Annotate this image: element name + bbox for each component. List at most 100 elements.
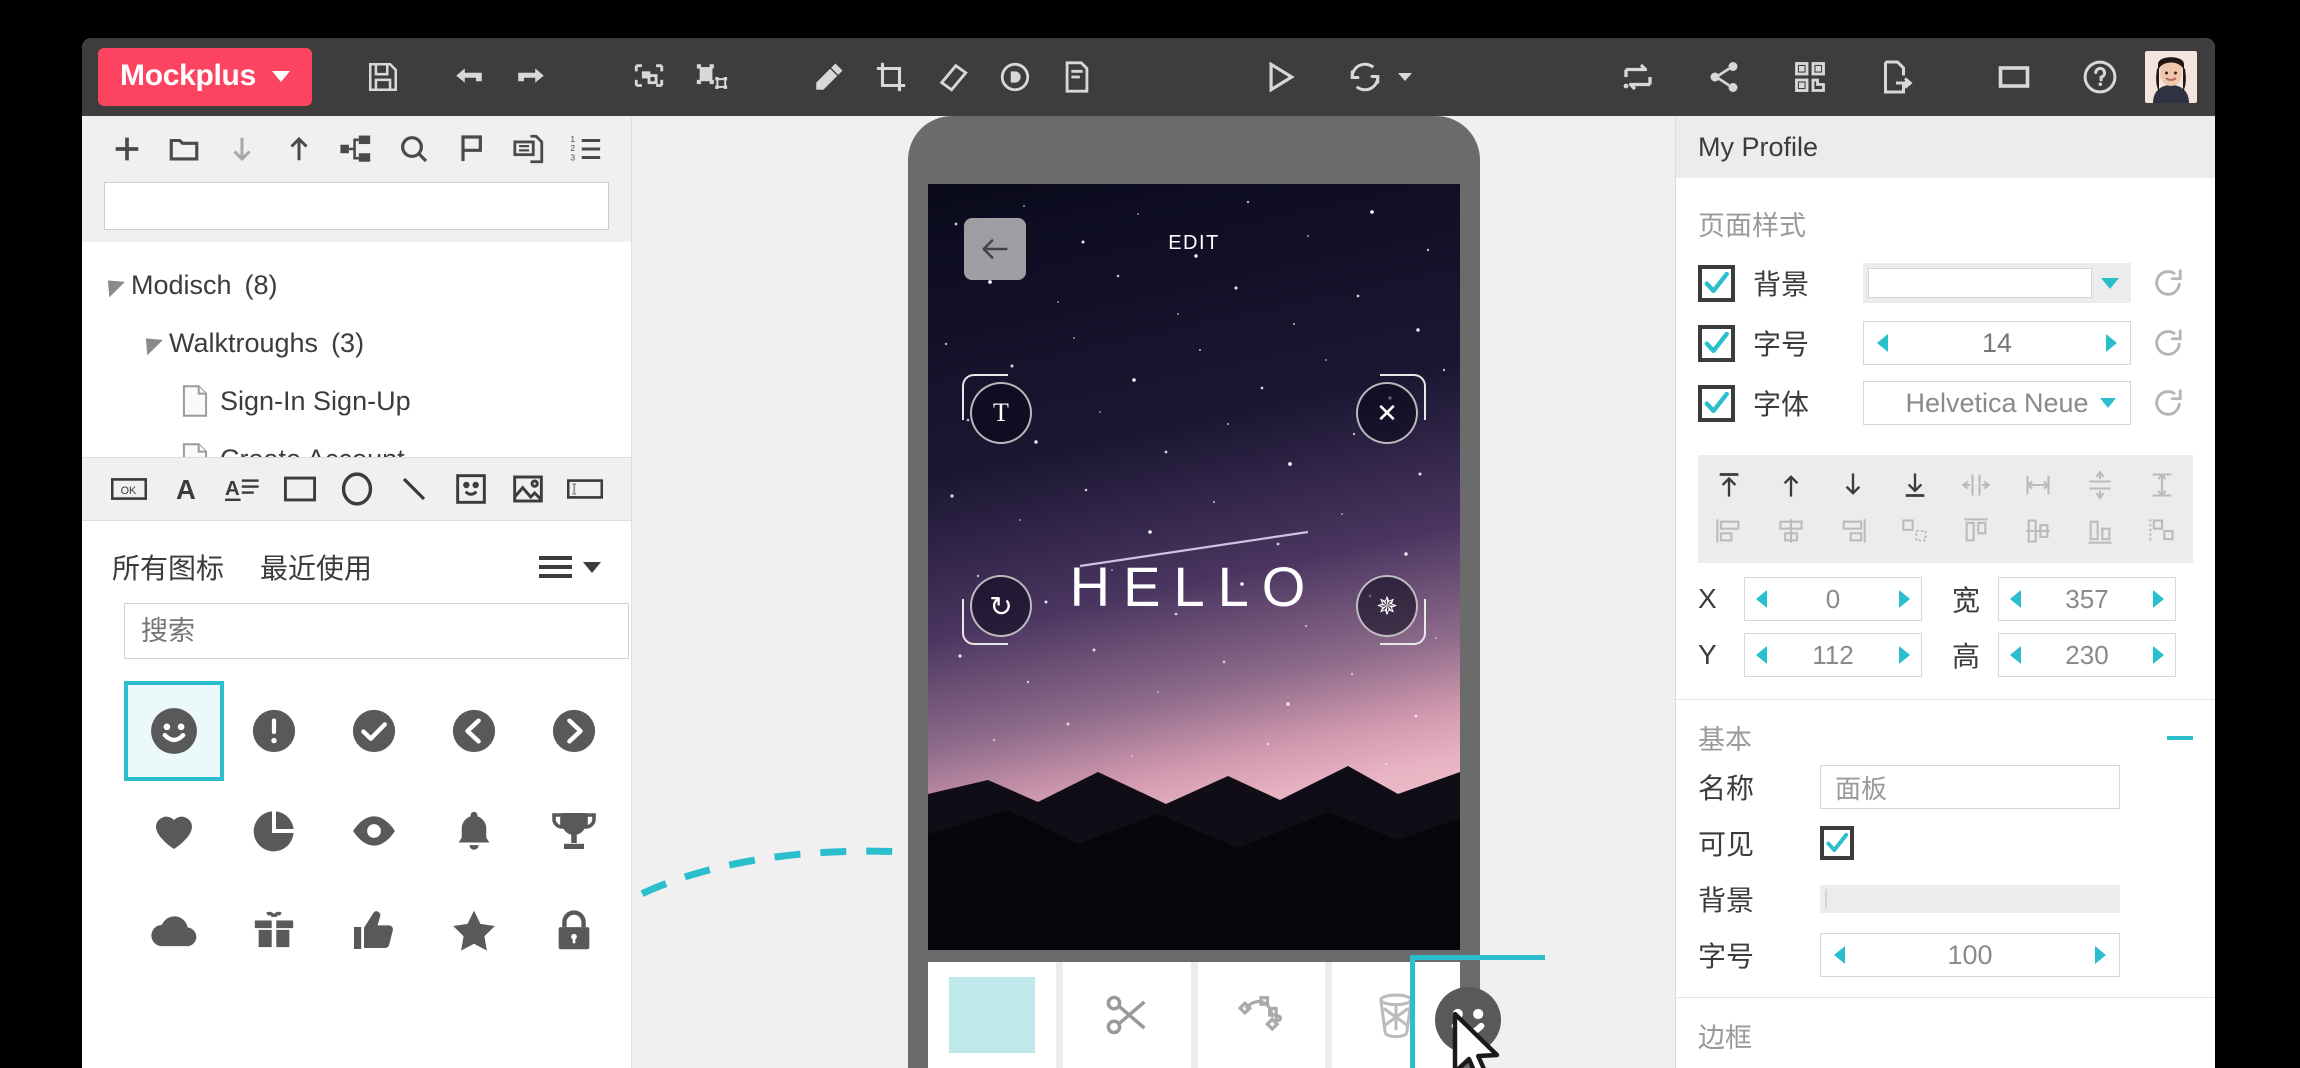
stepper-decrement-icon[interactable] bbox=[2010, 646, 2021, 664]
interaction-flow-icon[interactable] bbox=[1607, 46, 1669, 108]
group-icon[interactable] bbox=[618, 46, 680, 108]
redo-icon[interactable] bbox=[500, 46, 562, 108]
icon-cell-eye[interactable] bbox=[324, 781, 424, 881]
icon-cell-star[interactable] bbox=[424, 881, 524, 981]
stepper-decrement-icon[interactable] bbox=[1756, 646, 1767, 664]
fontsize-stepper[interactable]: 14 bbox=[1863, 321, 2131, 365]
mockplus-menu-button[interactable]: Mockplus bbox=[98, 48, 312, 106]
align-top-icon[interactable] bbox=[1953, 513, 1999, 549]
icon-cell-lock[interactable] bbox=[524, 881, 624, 981]
align-middle-icon[interactable] bbox=[2015, 513, 2061, 549]
stepper-increment-icon[interactable] bbox=[1898, 646, 1910, 664]
icon-cell-bell[interactable] bbox=[424, 781, 524, 881]
tree-item-walktroughs[interactable]: Walktroughs (3) bbox=[82, 314, 631, 372]
tree-item-modisch[interactable]: Modisch (8) bbox=[82, 256, 631, 314]
stepper-increment-icon[interactable] bbox=[1899, 590, 1910, 608]
border-section-header[interactable]: 边框 bbox=[1676, 998, 2215, 1057]
icon-cell-exclamation-circle[interactable] bbox=[224, 681, 324, 781]
share-icon[interactable] bbox=[1693, 46, 1755, 108]
align-center-horizontal-icon[interactable] bbox=[1768, 513, 1814, 549]
y-stepper[interactable]: 112 bbox=[1744, 633, 1922, 677]
bring-forward-icon[interactable] bbox=[1768, 467, 1814, 503]
icon-cell-heart[interactable] bbox=[124, 781, 224, 881]
expand-triangle-icon[interactable] bbox=[138, 330, 163, 356]
flag-icon[interactable] bbox=[443, 125, 500, 173]
text-component-icon[interactable]: A bbox=[157, 466, 214, 512]
width-stepper[interactable]: 357 bbox=[1998, 577, 2176, 621]
fontsize-checkbox[interactable] bbox=[1698, 324, 1735, 362]
stepper-decrement-icon[interactable] bbox=[2010, 590, 2021, 608]
icon-search-input[interactable] bbox=[124, 603, 629, 659]
chevron-down-icon[interactable] bbox=[1397, 73, 1412, 81]
help-question-icon[interactable] bbox=[2069, 46, 2131, 108]
visible-checkbox[interactable] bbox=[1820, 826, 1854, 860]
icon-cell-check-circle[interactable] bbox=[324, 681, 424, 781]
icon-cell-trophy[interactable] bbox=[524, 781, 624, 881]
fontfamily-select[interactable]: Helvetica Neue bbox=[1863, 381, 2131, 425]
add-page-icon[interactable] bbox=[98, 125, 155, 173]
qrcode-icon[interactable] bbox=[1779, 46, 1841, 108]
save-icon[interactable] bbox=[352, 46, 414, 108]
bring-to-front-icon[interactable] bbox=[1706, 467, 1752, 503]
image-component-icon[interactable] bbox=[499, 466, 556, 512]
dock-color-swatch-tool[interactable] bbox=[928, 962, 1056, 1068]
icon-cell-thumbs-up[interactable] bbox=[324, 881, 424, 981]
avatar[interactable] bbox=[2145, 51, 2197, 103]
basic-section-header[interactable]: 基本 bbox=[1676, 700, 2215, 759]
distribute-vertical-icon[interactable] bbox=[2139, 513, 2185, 549]
move-down-icon[interactable] bbox=[213, 125, 270, 173]
button-component-icon[interactable]: OK bbox=[100, 466, 157, 512]
equal-spacing-horizontal-icon[interactable] bbox=[1953, 467, 1999, 503]
new-folder-icon[interactable] bbox=[155, 125, 212, 173]
tree-item-create-account[interactable]: Create Account bbox=[82, 430, 631, 457]
icon-cell-cloud[interactable] bbox=[124, 881, 224, 981]
rotate-handle[interactable]: ↻ bbox=[962, 567, 1040, 645]
equal-spacing-vertical-icon[interactable] bbox=[2077, 467, 2123, 503]
fontsize-reset-icon[interactable] bbox=[2151, 326, 2185, 360]
page-filter-input[interactable] bbox=[104, 182, 609, 230]
icon-cell-gift[interactable] bbox=[224, 881, 324, 981]
minus-icon[interactable] bbox=[2167, 735, 2193, 740]
align-right-icon[interactable] bbox=[1830, 513, 1876, 549]
undo-icon[interactable] bbox=[438, 46, 500, 108]
ellipse-component-icon[interactable] bbox=[328, 466, 385, 512]
stepper-increment-icon[interactable] bbox=[2152, 590, 2164, 608]
sync-refresh-icon[interactable] bbox=[1334, 46, 1396, 108]
stepper-decrement-icon[interactable] bbox=[1834, 946, 1845, 964]
icon-cell-chevron-left-circle[interactable] bbox=[424, 681, 524, 781]
stepper-decrement-icon[interactable] bbox=[1877, 334, 1888, 352]
dock-scissors-tool[interactable] bbox=[1062, 962, 1191, 1068]
numbered-list-icon[interactable]: 1 2 3 bbox=[558, 125, 615, 173]
phone-screen[interactable]: EDIT HELLO T ✕ ↻ ✵ bbox=[928, 184, 1460, 950]
move-handle[interactable]: ✵ bbox=[1348, 567, 1426, 645]
window-icon[interactable] bbox=[1983, 46, 2045, 108]
text-handle[interactable]: T bbox=[962, 374, 1040, 452]
stepper-decrement-icon[interactable] bbox=[1756, 590, 1767, 608]
line-component-icon[interactable] bbox=[385, 466, 442, 512]
stepper-increment-icon[interactable] bbox=[2152, 646, 2164, 664]
preview-play-icon[interactable] bbox=[1248, 46, 1310, 108]
background-color-picker[interactable] bbox=[1863, 263, 2131, 303]
eraser-icon[interactable] bbox=[922, 46, 984, 108]
expand-triangle-icon[interactable] bbox=[100, 272, 125, 298]
format-painter-icon[interactable] bbox=[798, 46, 860, 108]
rectangle-component-icon[interactable] bbox=[271, 466, 328, 512]
basic-background-color-picker[interactable] bbox=[1820, 885, 2120, 913]
tab-recently-used[interactable]: 最近使用 bbox=[260, 547, 372, 587]
fontfamily-checkbox[interactable] bbox=[1698, 384, 1735, 422]
background-reset-icon[interactable] bbox=[2151, 266, 2185, 300]
input-component-icon[interactable] bbox=[556, 466, 613, 512]
paragraph-component-icon[interactable]: A bbox=[214, 466, 271, 512]
background-checkbox[interactable] bbox=[1698, 264, 1735, 302]
send-backward-icon[interactable] bbox=[1830, 467, 1876, 503]
crop-icon[interactable] bbox=[860, 46, 922, 108]
match-height-icon[interactable] bbox=[2139, 467, 2185, 503]
tab-all-icons[interactable]: 所有图标 bbox=[112, 547, 224, 587]
export-icon[interactable] bbox=[1865, 46, 1927, 108]
canvas-area[interactable]: EDIT HELLO T ✕ ↻ ✵ bbox=[632, 116, 1675, 1068]
x-stepper[interactable]: 0 bbox=[1744, 577, 1922, 621]
align-left-icon[interactable] bbox=[1706, 513, 1752, 549]
send-to-back-icon[interactable] bbox=[1892, 467, 1938, 503]
name-input[interactable]: 面板 bbox=[1820, 765, 2120, 809]
icon-component-icon[interactable] bbox=[442, 466, 499, 512]
